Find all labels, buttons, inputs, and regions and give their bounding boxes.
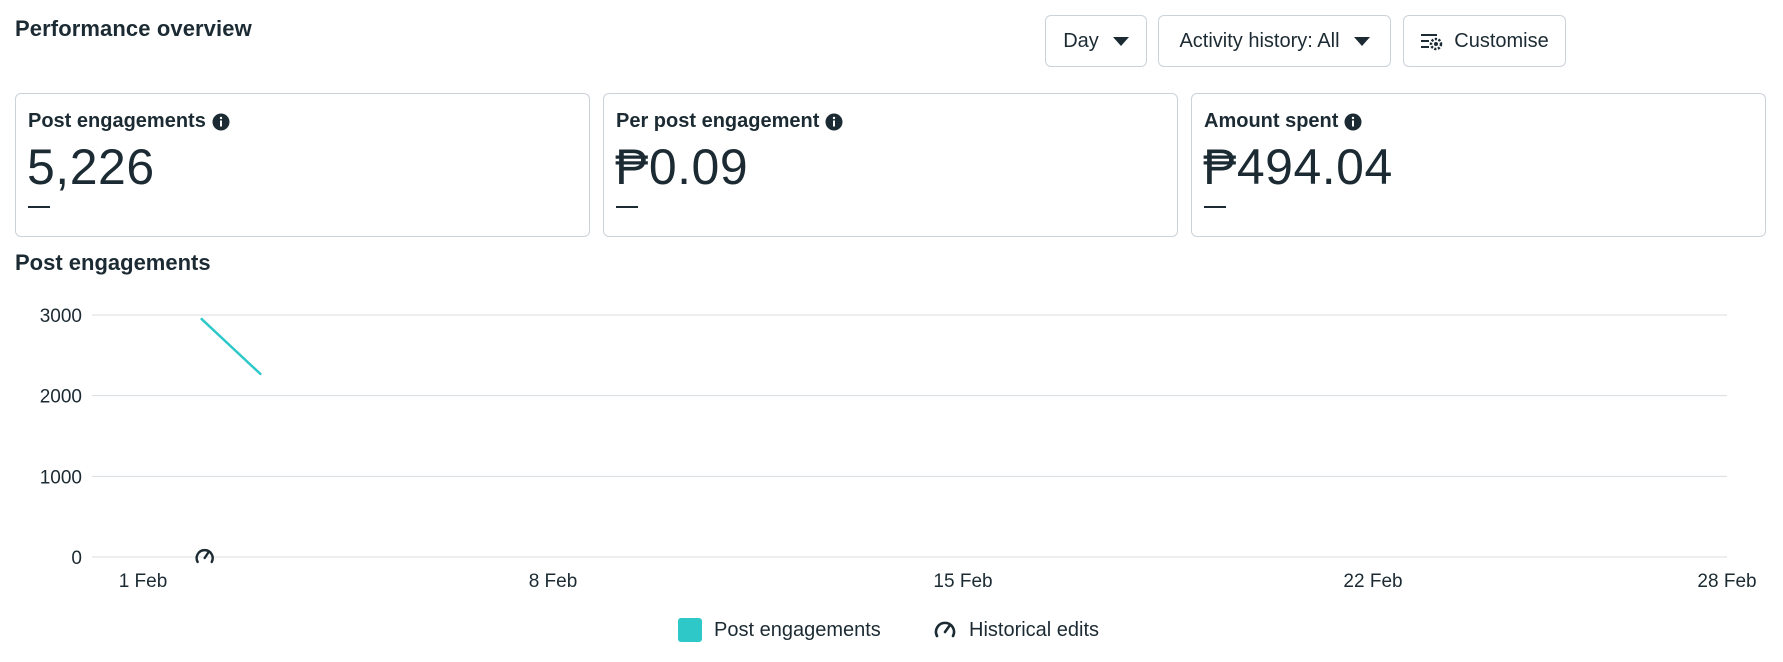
teal-swatch-icon xyxy=(678,618,702,642)
post-engagements-chart: 0 1000 2000 3000 1 Feb 8 Feb 15 Feb 22 Feb 28 Fe… xyxy=(40,306,1757,590)
customise-icon xyxy=(1421,34,1443,51)
metric-label: Post engagements xyxy=(28,110,206,132)
historical-edit-marker[interactable] xyxy=(195,549,214,564)
activity-history-label: Activity history: All xyxy=(1179,29,1340,52)
metric-card-post-engagements: Post engagements 5,226 xyxy=(15,93,590,237)
metric-label: Amount spent xyxy=(1204,110,1339,132)
x-tick-label: 22 Feb xyxy=(1343,571,1402,590)
legend-label: Historical edits xyxy=(969,618,1100,641)
y-tick-label: 2000 xyxy=(40,387,82,408)
chevron-down-icon xyxy=(1112,36,1129,46)
legend-label: Post engagements xyxy=(714,618,881,641)
activity-history-dropdown[interactable]: Activity history: All xyxy=(1158,15,1391,67)
metric-value: ₱494.04 xyxy=(1203,139,1393,195)
x-tick-label: 8 Feb xyxy=(529,571,578,590)
y-tick-label: 0 xyxy=(71,548,82,569)
info-icon[interactable] xyxy=(212,113,230,131)
metric-label: Per post engagement xyxy=(616,110,820,132)
period-label: Day xyxy=(1063,29,1099,52)
metric-card-per-post-engagement: Per post engagement ₱0.09 xyxy=(603,93,1178,237)
period-dropdown[interactable]: Day xyxy=(1045,15,1147,67)
customise-label: Customise xyxy=(1454,29,1549,52)
series-line-post-engagements xyxy=(200,317,262,376)
y-tick-label: 3000 xyxy=(40,306,82,327)
metric-comparison xyxy=(28,206,50,208)
legend-item-historical-edits[interactable]: Historical edits xyxy=(933,618,1099,642)
x-tick-label: 1 Feb xyxy=(119,571,168,590)
page-title: Performance overview xyxy=(15,16,252,41)
y-tick-label: 1000 xyxy=(40,467,82,488)
metric-comparison xyxy=(616,206,638,208)
chart-title: Post engagements xyxy=(15,250,211,275)
metric-value: ₱0.09 xyxy=(615,139,749,195)
x-tick-label: 28 Feb xyxy=(1697,571,1756,590)
metric-card-amount-spent: Amount spent ₱494.04 xyxy=(1191,93,1766,237)
info-icon[interactable] xyxy=(825,113,843,131)
legend-item-post-engagements[interactable]: Post engagements xyxy=(678,618,881,642)
gauge-icon xyxy=(934,621,956,638)
chart-legend: Post engagements Historical edits xyxy=(0,618,1783,652)
customise-button[interactable]: Customise xyxy=(1403,15,1566,67)
chevron-down-icon xyxy=(1353,36,1370,46)
info-icon[interactable] xyxy=(1344,113,1362,131)
metric-value: 5,226 xyxy=(27,139,155,195)
metric-comparison xyxy=(1204,206,1226,208)
metric-cards: Post engagements 5,226 Per post engageme… xyxy=(15,93,1767,237)
x-tick-label: 15 Feb xyxy=(933,571,992,590)
